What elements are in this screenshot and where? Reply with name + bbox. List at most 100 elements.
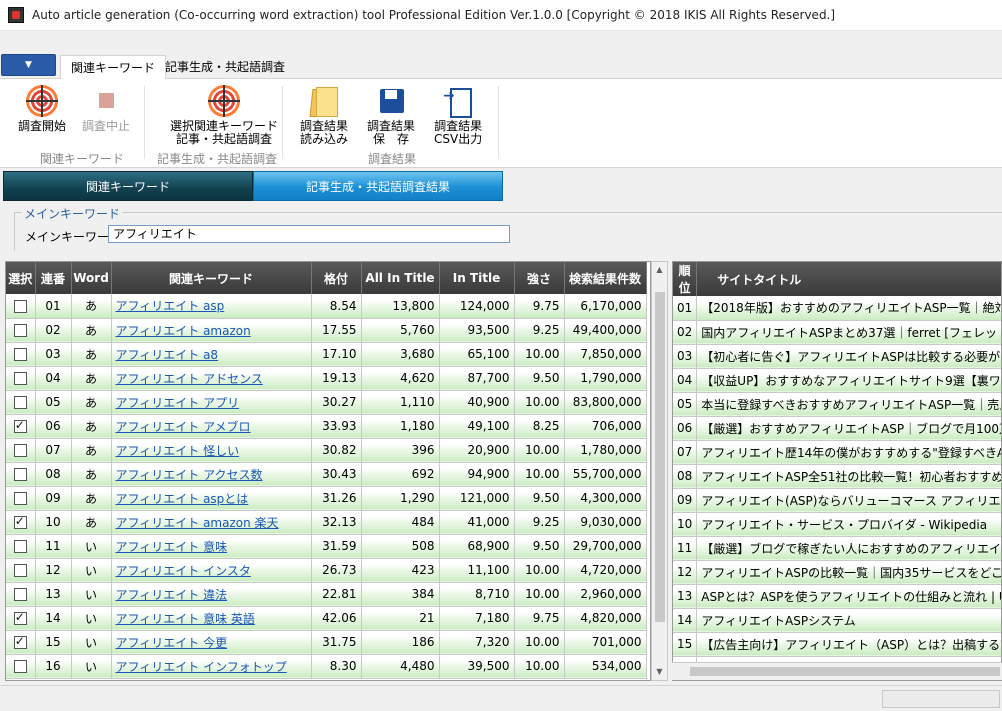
keyword-link[interactable]: アフィリエイト amazon 楽天 bbox=[116, 516, 279, 530]
select-cell[interactable] bbox=[6, 462, 36, 487]
keyword-link[interactable]: アフィリエイト インフォトップ bbox=[116, 660, 287, 674]
site-title-cell[interactable]: 【厳選】おすすめアフィリエイトASP｜ブログで月100万以上稼い bbox=[696, 416, 1001, 441]
keyword-link[interactable]: アフィリエイト aspとは bbox=[116, 492, 249, 506]
select-checkbox[interactable] bbox=[13, 299, 27, 313]
column-header[interactable]: 順位 bbox=[673, 262, 698, 296]
column-header[interactable]: 強さ bbox=[514, 262, 565, 294]
keyword-link[interactable]: アフィリエイト アメブロ bbox=[116, 420, 251, 434]
scrollbar-thumb[interactable] bbox=[655, 292, 665, 622]
select-cell[interactable] bbox=[6, 558, 36, 583]
keyword-link[interactable]: アフィリエイト 意味 bbox=[116, 540, 228, 554]
select-checkbox[interactable] bbox=[13, 348, 27, 361]
select-checkbox[interactable] bbox=[13, 634, 27, 649]
select-cell[interactable] bbox=[6, 366, 36, 391]
keyword-link[interactable]: アフィリエイト 意味 英語 bbox=[116, 612, 255, 626]
select-cell[interactable] bbox=[6, 510, 36, 535]
site-title-cell[interactable]: ASPとは？ASPを使うアフィリエイトの仕組みと流れ | UX MILK bbox=[696, 584, 1001, 609]
select-cell[interactable] bbox=[6, 438, 36, 463]
select-checkbox[interactable] bbox=[13, 660, 27, 673]
ribbon-tab-related-keywords[interactable]: 関連キーワード bbox=[60, 55, 167, 80]
select-checkbox[interactable] bbox=[13, 324, 27, 337]
select-checkbox[interactable] bbox=[13, 444, 27, 457]
table-row[interactable]: 02 あアフィリエイト amazon 17.55 5,760 93,500 9.25 49,… bbox=[6, 318, 647, 343]
table-row[interactable]: 04【収益UP】おすすめなアフィリエイトサイト9選【裏ワザあり】- m bbox=[673, 368, 1001, 393]
select-cell[interactable] bbox=[6, 318, 36, 343]
file-menu-button[interactable]: ▼ bbox=[1, 54, 56, 76]
select-cell[interactable] bbox=[6, 414, 36, 439]
site-title-cell[interactable]: 【広告主向け】アフィリエイト（ASP）とは？出稿する前に知っ bbox=[696, 632, 1001, 657]
keyword-link[interactable]: アフィリエイト a8 bbox=[116, 348, 219, 362]
scrollbar-thumb[interactable] bbox=[690, 667, 1000, 676]
select-checkbox[interactable] bbox=[13, 372, 27, 385]
select-checkbox[interactable] bbox=[13, 492, 27, 505]
keyword-link[interactable]: アフィリエイト アドセンス bbox=[116, 372, 263, 386]
site-title-cell[interactable]: 【厳選】ブログで稼ぎたい人におすすめのアフィリエイトASPまとめ bbox=[696, 536, 1001, 561]
table-row[interactable]: 01【2018年版】おすすめのアフィリエイトASP一覧｜絶対に登録し bbox=[673, 296, 1001, 321]
column-header[interactable]: サイトタイトル bbox=[696, 262, 1001, 296]
select-checkbox[interactable] bbox=[13, 396, 27, 409]
site-title-cell[interactable]: アフィリエイト歴14年の僕がおすすめする"登録すべきASP"の比 bbox=[696, 440, 1001, 465]
table-row[interactable]: 03【初心者に告ぐ】アフィリエイトASPは比較する必要がない【理由 bbox=[673, 344, 1001, 369]
table-row[interactable]: 14いアフィリエイト 意味 英語 42.06217,1809.754,820,00… bbox=[6, 606, 647, 631]
site-title-cell[interactable]: 本当に登録すべきおすすめアフィリエイトASP一覧｜売上が上がり bbox=[696, 392, 1001, 417]
table-row[interactable]: 05 あアフィリエイト アプリ 30.27 1,110 40,900 10.00 83,80… bbox=[6, 390, 647, 415]
select-checkbox[interactable] bbox=[13, 468, 27, 481]
table-row[interactable]: 08 あアフィリエイト アクセス数 30.43 692 94,900 10.00 55,70… bbox=[6, 462, 647, 487]
site-title-cell[interactable]: アフィリエイト(ASP)ならバリューコマース アフィリエイト bbox=[696, 488, 1001, 513]
site-title-cell[interactable]: 【初心者に告ぐ】アフィリエイトASPは比較する必要がない【理由 bbox=[696, 344, 1001, 369]
table-row[interactable]: 15【広告主向け】アフィリエイト（ASP）とは？出稿する前に知っ bbox=[673, 632, 1001, 657]
select-checkbox[interactable] bbox=[13, 564, 27, 577]
save-results-button[interactable]: 調査結果 保 存 bbox=[367, 85, 415, 146]
table-row[interactable]: 06あアフィリエイト アメブロ 33.931,18049,1008.25706,0… bbox=[6, 414, 647, 439]
select-cell[interactable] bbox=[6, 630, 36, 655]
table-row[interactable]: 11 いアフィリエイト 意味 31.59 508 68,900 9.50 29,700,00… bbox=[6, 534, 647, 559]
column-header[interactable]: Word bbox=[71, 262, 112, 294]
keyword-link[interactable]: アフィリエイト amazon bbox=[116, 324, 251, 338]
selected-keyword-survey-button[interactable]: 選択関連キーワード 記事・共起語調査 bbox=[170, 85, 278, 146]
keyword-link[interactable]: アフィリエイト asp bbox=[116, 299, 225, 313]
table-row[interactable]: 05本当に登録すべきおすすめアフィリエイトASP一覧｜売上が上がり bbox=[673, 392, 1001, 417]
table-row[interactable]: 02 国内アフィリエイトASPまとめ37選｜ferret [フェレット] bbox=[673, 320, 1001, 345]
select-cell[interactable] bbox=[6, 534, 36, 559]
stop-survey-button[interactable]: 調査中止 bbox=[82, 85, 130, 133]
export-csv-button[interactable]: 調査結果 CSV出力 bbox=[434, 85, 482, 146]
site-title-cell[interactable]: 【収益UP】おすすめなアフィリエイトサイト9選【裏ワザあり】- m bbox=[696, 368, 1001, 393]
table-row[interactable]: 10 アフィリエイト・サービス・プロバイダ - Wikipedia bbox=[673, 512, 1001, 537]
select-cell[interactable] bbox=[6, 294, 36, 319]
table-row[interactable]: 13ASPとは？ASPを使うアフィリエイトの仕組みと流れ | UX MILK bbox=[673, 584, 1001, 609]
table-row[interactable]: 07アフィリエイト歴14年の僕がおすすめする"登録すべきASP"の比 bbox=[673, 440, 1001, 465]
table-row[interactable]: 01 あアフィリエイト asp 8.54 13,800 124,000 9.75 6,170… bbox=[6, 294, 647, 319]
table-row[interactable]: 08アフィリエイトASP全51社の比較一覧！初心者おすすめASPは bbox=[673, 464, 1001, 489]
keyword-link[interactable]: アフィリエイト インスタ bbox=[116, 564, 251, 578]
select-cell[interactable] bbox=[6, 582, 36, 607]
select-cell[interactable] bbox=[6, 486, 36, 511]
keyword-link[interactable]: アフィリエイト 違法 bbox=[116, 588, 228, 602]
table-row[interactable]: 10あアフィリエイト amazon 楽天 32.1348441,0009.259,… bbox=[6, 510, 647, 535]
start-survey-button[interactable]: 調査開始 bbox=[18, 85, 66, 133]
keyword-link[interactable]: アフィリエイト 今更 bbox=[116, 636, 228, 650]
site-title-cell[interactable]: アフィリエイトASP全51社の比較一覧！初心者おすすめASPは bbox=[696, 464, 1001, 489]
keyword-table-scrollbar[interactable]: ▲ ▼ bbox=[651, 261, 668, 681]
select-checkbox[interactable] bbox=[13, 610, 27, 625]
table-row[interactable]: 09 あアフィリエイト aspとは 31.26 1,290 121,000 9.50 4,3… bbox=[6, 486, 647, 511]
column-header[interactable]: All In Title bbox=[361, 262, 440, 294]
table-row[interactable]: 03 あアフィリエイト a8 17.10 3,680 65,100 10.00 7,850,… bbox=[6, 342, 647, 367]
column-header[interactable]: 選択 bbox=[6, 262, 36, 294]
column-header[interactable]: 検索結果件数 bbox=[564, 262, 647, 294]
column-header[interactable]: 連番 bbox=[35, 262, 72, 294]
select-checkbox[interactable] bbox=[13, 588, 27, 601]
table-row[interactable]: 07 あアフィリエイト 怪しい 30.82 396 20,900 10.00 1,780,0… bbox=[6, 438, 647, 463]
site-title-cell[interactable]: アフィリエイトASPの比較一覧｜国内35サービスをどこよりも詳 bbox=[696, 560, 1001, 585]
table-row[interactable]: 15いアフィリエイト 今更 31.751867,32010.00701,000 bbox=[6, 630, 647, 655]
table-row[interactable]: 12アフィリエイトASPの比較一覧｜国内35サービスをどこよりも詳 bbox=[673, 560, 1001, 585]
keyword-link[interactable]: アフィリエイト アクセス数 bbox=[116, 468, 263, 482]
site-title-cell[interactable]: アフィリエイト・サービス・プロバイダ - Wikipedia bbox=[696, 512, 1001, 537]
site-title-cell[interactable]: アフィリエイトASPシステム bbox=[696, 608, 1001, 633]
load-results-button[interactable]: 調査結果 読み込み bbox=[300, 85, 348, 146]
table-row[interactable]: 04 あアフィリエイト アドセンス 19.13 4,620 87,700 9.50 1,79… bbox=[6, 366, 647, 391]
select-checkbox[interactable] bbox=[13, 514, 27, 529]
column-header[interactable]: 関連キーワード bbox=[111, 262, 312, 294]
ribbon-tab-article-generation[interactable]: 記事生成・共起語調査 bbox=[155, 55, 295, 80]
select-cell[interactable] bbox=[6, 342, 36, 367]
select-cell[interactable] bbox=[6, 654, 36, 679]
